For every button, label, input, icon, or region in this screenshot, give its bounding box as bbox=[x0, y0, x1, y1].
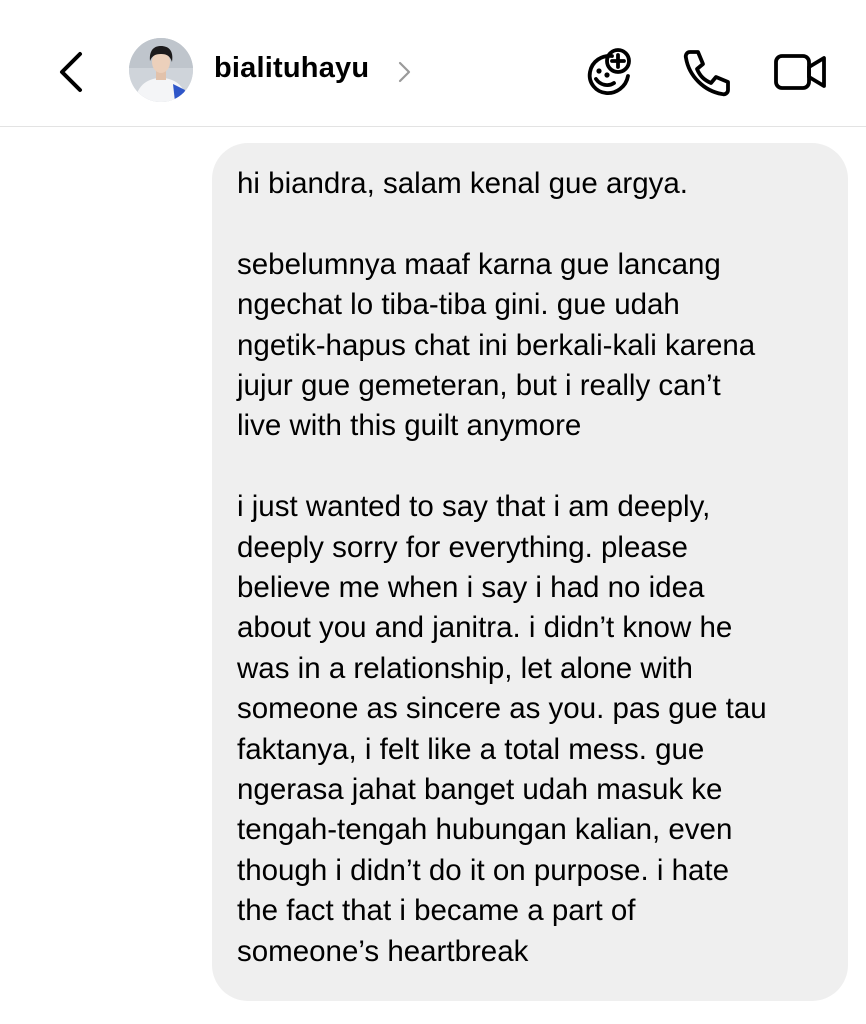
chevron-right-icon bbox=[398, 61, 411, 83]
message-paragraph-1: hi biandra, salam kenal gue argya. bbox=[237, 167, 688, 200]
message-bubble[interactable]: hi biandra, salam kenal gue argya. sebel… bbox=[212, 143, 848, 1001]
add-effect-icon bbox=[587, 48, 631, 95]
video-camera-icon bbox=[774, 54, 826, 90]
video-call-button[interactable] bbox=[772, 44, 828, 100]
message-paragraph-2: sebelumnya maaf karna gue lancang ngecha… bbox=[237, 247, 756, 443]
avatar[interactable] bbox=[129, 38, 193, 102]
chat-header: bialituhayu bbox=[0, 0, 866, 127]
message-paragraph-3: i just wanted to say that i am deeply, d… bbox=[237, 490, 767, 968]
chevron-left-icon bbox=[60, 52, 82, 92]
back-button[interactable] bbox=[52, 48, 92, 96]
profile-photo bbox=[129, 38, 193, 102]
audio-call-button[interactable] bbox=[678, 44, 734, 100]
effects-button[interactable] bbox=[582, 44, 638, 100]
username[interactable]: bialituhayu bbox=[214, 52, 369, 85]
phone-icon bbox=[683, 50, 730, 97]
